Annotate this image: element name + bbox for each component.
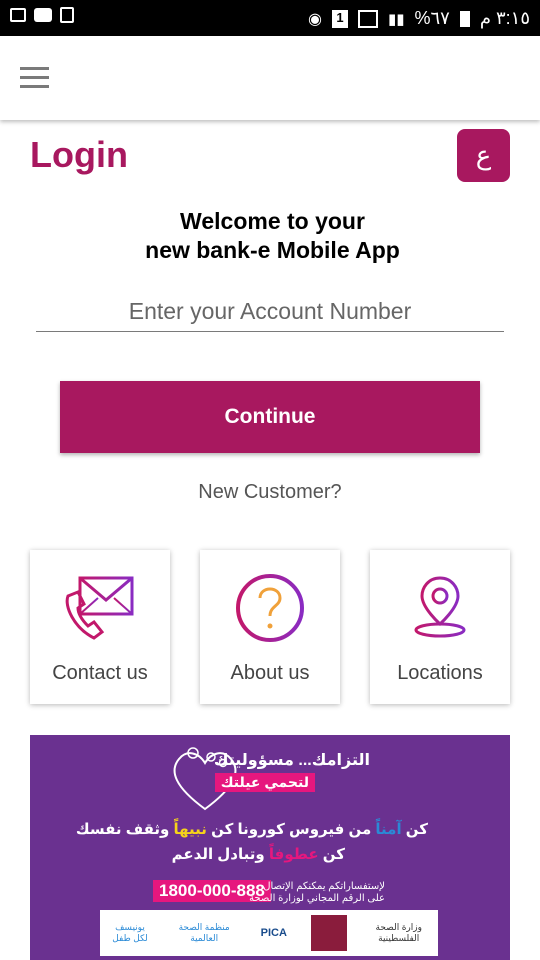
phone-notification-icon [60, 7, 74, 23]
sim-icon: 1 [331, 9, 348, 28]
clock: ٣:١٥ م [479, 8, 530, 28]
banner-subheadline: لتحمي عيلتك [214, 773, 315, 792]
unicef-logo: يونيسف لكل طفل [112, 922, 148, 943]
continue-button[interactable]: Continue [60, 381, 480, 453]
status-icons-right [10, 7, 74, 23]
bank-logo [308, 913, 350, 953]
status-bar: ◉ 1 ▮▮ %٦٧ ٣:١٥ م [0, 0, 540, 36]
language-toggle-button[interactable]: ع [457, 129, 510, 182]
banner-logos-strip: يونيسف لكل طفل منظمة الصحة العالمية PICA … [100, 910, 438, 956]
battery-icon [459, 10, 470, 27]
contact-us-label: Contact us [52, 662, 148, 684]
ministry-logo: وزارة الصحة الفلسطينية [375, 922, 422, 943]
covid-awareness-banner[interactable]: التزامك... مسؤوليتك لتحمي عيلتك كن آمناً… [30, 735, 510, 960]
pica-logo: PICA [260, 927, 287, 939]
image-notification-icon [10, 8, 26, 22]
battery-text: %٦٧ [414, 8, 450, 28]
locations-label: Locations [397, 662, 483, 684]
contact-envelope-phone-icon [30, 572, 170, 650]
page-title: Login [30, 134, 128, 175]
welcome-line-2: new bank-e Mobile App [145, 237, 400, 263]
welcome-line-1: Welcome to your [180, 208, 365, 234]
status-icons-left: ◉ 1 ▮▮ %٦٧ ٣:١٥ م [308, 8, 530, 29]
banner-contact-info: لإستفساراتكم يمكنكم الإتصال على الرقم ال… [249, 881, 385, 904]
banner-headline: التزامك... مسؤوليتك [213, 752, 370, 769]
banner-line-3: كن آمناً من فيروس كورونا كن نبيهاً وثقف … [75, 821, 428, 838]
menu-icon[interactable] [20, 67, 49, 89]
locations-card[interactable]: Locations [370, 550, 510, 704]
new-customer-link[interactable]: New Customer? [0, 481, 540, 504]
signal-bars-icon: ▮▮ [387, 10, 405, 28]
location-pin-icon [370, 572, 510, 650]
about-us-label: About us [230, 662, 310, 684]
who-logo: منظمة الصحة العالمية [178, 922, 230, 943]
about-us-card[interactable]: About us [200, 550, 340, 704]
wifi-icon: ◉ [307, 10, 322, 28]
contact-us-card[interactable]: Contact us [30, 550, 170, 704]
app-bar [0, 36, 540, 120]
banner-line-4: كن عطوفاً وتبادل الدعم [171, 846, 345, 863]
account-number-input[interactable] [36, 292, 504, 332]
message-notification-icon [34, 8, 52, 22]
signal-icon [357, 9, 378, 28]
welcome-message: Welcome to your new bank-e Mobile App [0, 207, 540, 265]
question-circle-icon [200, 572, 340, 650]
